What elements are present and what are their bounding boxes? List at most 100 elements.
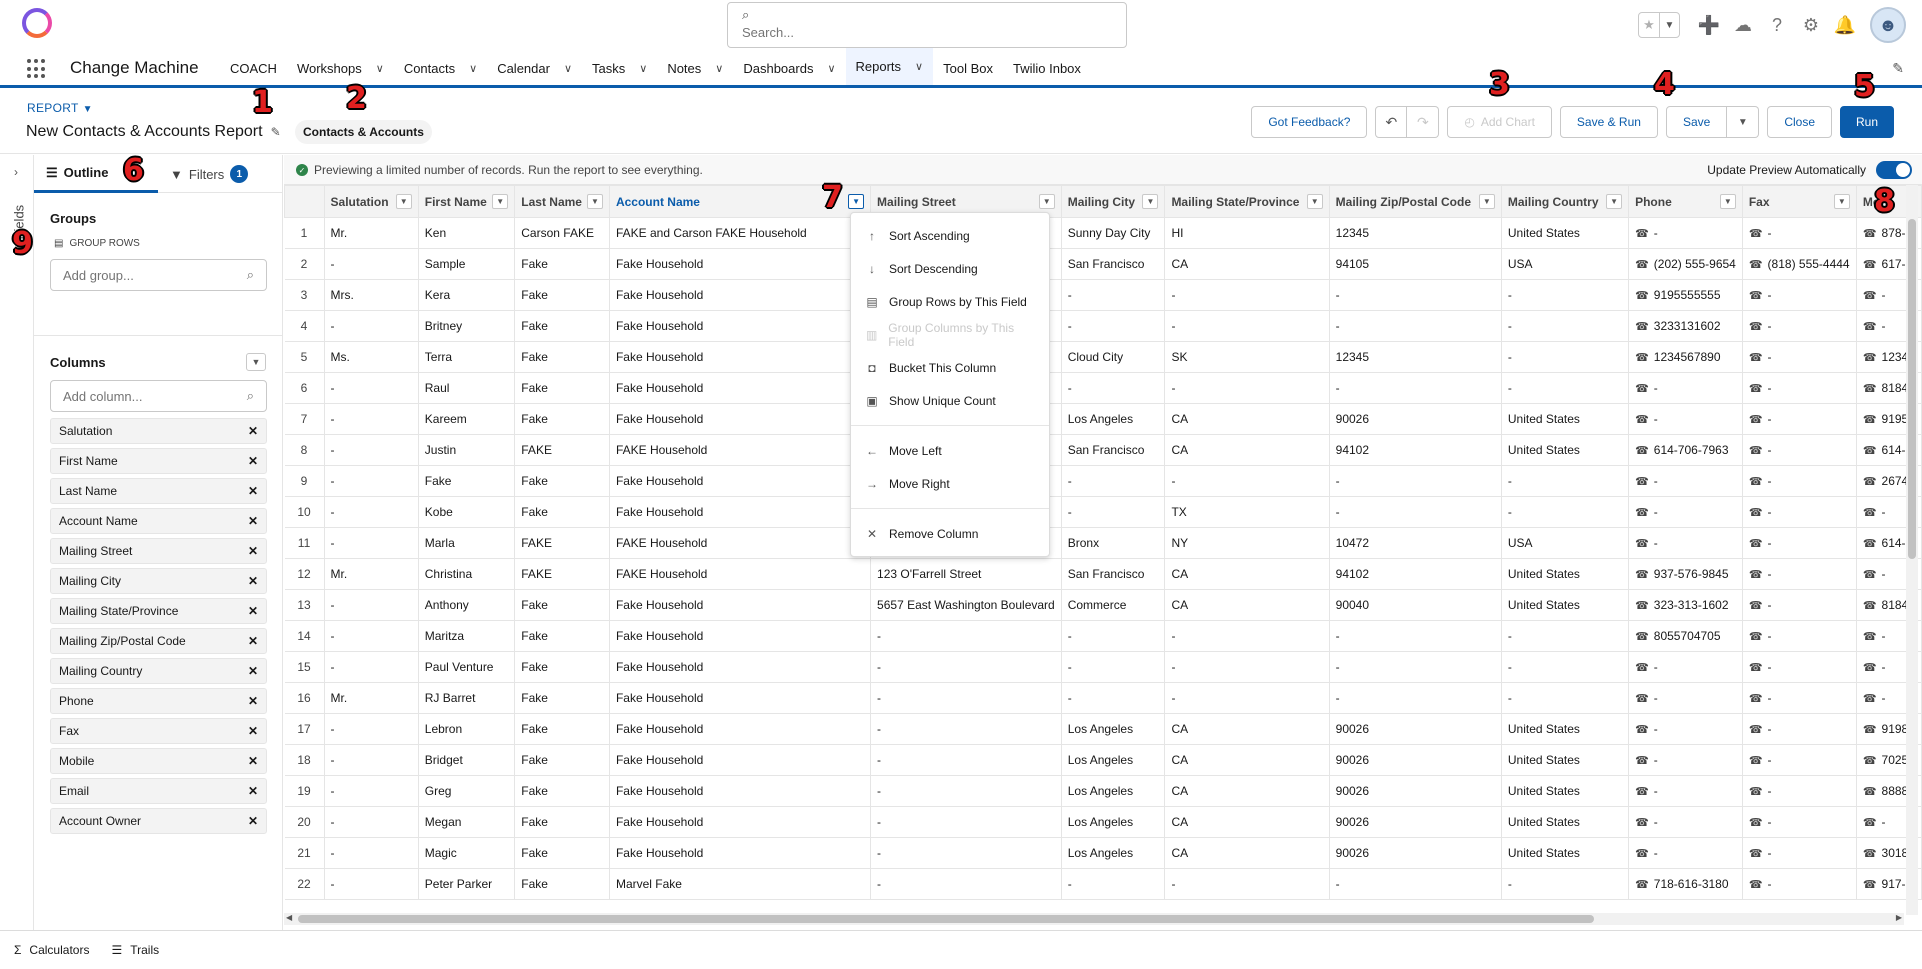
remove-column-icon[interactable]: ✕ xyxy=(248,454,258,468)
phone-icon[interactable]: ☎ xyxy=(1749,228,1763,240)
column-menu-icon[interactable]: ▼ xyxy=(1606,194,1623,209)
add-icon[interactable]: ➕ xyxy=(1694,10,1724,40)
column-menu-icon[interactable]: ▼ xyxy=(1478,194,1495,209)
column-header-mailing-country[interactable]: Mailing Country ▼ xyxy=(1500,185,1630,218)
remove-column-icon[interactable]: ✕ xyxy=(248,814,258,828)
phone-icon[interactable]: ☎ xyxy=(1863,879,1877,891)
remove-column-icon[interactable]: ✕ xyxy=(248,574,258,588)
phone-icon[interactable]: ☎ xyxy=(1635,755,1649,767)
phone-icon[interactable]: ☎ xyxy=(1635,228,1649,240)
chevron-down-icon[interactable]: ∨ xyxy=(915,60,923,73)
phone-icon[interactable]: ☎ xyxy=(1635,724,1649,736)
remove-column-icon[interactable]: ✕ xyxy=(248,754,258,768)
phone-icon[interactable]: ☎ xyxy=(1749,538,1763,550)
column-pill-mailing-city[interactable]: Mailing City ✕ xyxy=(50,568,267,594)
remove-column-icon[interactable]: ✕ xyxy=(248,694,258,708)
phone-icon[interactable]: ☎ xyxy=(1635,631,1649,643)
phone-icon[interactable]: ☎ xyxy=(1863,476,1877,488)
chevron-down-icon[interactable]: ∨ xyxy=(639,62,647,75)
org-logo[interactable] xyxy=(22,8,52,38)
menu-item-group-rows-by-this-field[interactable]: ▤ Group Rows by This Field xyxy=(851,285,1049,318)
column-header-phone[interactable]: Phone ▼ xyxy=(1628,185,1743,218)
phone-icon[interactable]: ☎ xyxy=(1635,662,1649,674)
save-run-button[interactable]: Save & Run xyxy=(1559,106,1658,138)
phone-icon[interactable]: ☎ xyxy=(1863,817,1877,829)
column-header-first-name[interactable]: First Name ▼ xyxy=(417,185,516,218)
phone-icon[interactable]: ☎ xyxy=(1749,600,1763,612)
nav-item-contacts[interactable]: Contacts ∨ xyxy=(394,48,487,88)
fields-rail[interactable]: › Fields xyxy=(0,155,34,930)
column-pill-mailing-street[interactable]: Mailing Street ✕ xyxy=(50,538,267,564)
chevron-down-icon[interactable]: ∨ xyxy=(376,62,384,75)
nav-item-twilio-inbox[interactable]: Twilio Inbox xyxy=(1003,48,1091,88)
phone-icon[interactable]: ☎ xyxy=(1863,445,1877,457)
bell-icon[interactable]: 🔔 xyxy=(1830,10,1860,40)
phone-icon[interactable]: ☎ xyxy=(1635,879,1649,891)
phone-icon[interactable]: ☎ xyxy=(1749,879,1763,891)
scroll-right-icon[interactable]: ▶ xyxy=(1896,913,1902,922)
phone-icon[interactable]: ☎ xyxy=(1749,259,1763,271)
phone-icon[interactable]: ☎ xyxy=(1863,600,1877,612)
menu-item-show-unique-count[interactable]: ▣ Show Unique Count xyxy=(851,384,1049,417)
menu-item-move-right[interactable]: → Move Right xyxy=(851,467,1049,500)
column-header-mailing-zip-postal-code[interactable]: Mailing Zip/Postal Code ▼ xyxy=(1328,185,1502,218)
phone-icon[interactable]: ☎ xyxy=(1863,321,1877,333)
chevron-down-icon[interactable]: ∨ xyxy=(564,62,572,75)
vertical-scrollbar[interactable] xyxy=(1906,185,1918,915)
report-label[interactable]: REPORT ▼ xyxy=(27,101,93,115)
phone-icon[interactable]: ☎ xyxy=(1863,507,1877,519)
phone-icon[interactable]: ☎ xyxy=(1635,600,1649,612)
nav-item-coach[interactable]: COACH xyxy=(220,48,287,88)
phone-icon[interactable]: ☎ xyxy=(1635,290,1649,302)
app-launcher-icon[interactable] xyxy=(27,59,47,79)
phone-icon[interactable]: ☎ xyxy=(1863,662,1877,674)
redo-icon[interactable]: ↷ xyxy=(1407,106,1440,138)
column-pill-fax[interactable]: Fax ✕ xyxy=(50,718,267,744)
star-icon[interactable]: ★ xyxy=(1639,13,1659,37)
column-menu-icon[interactable]: ▼ xyxy=(1719,194,1736,209)
column-pill-first-name[interactable]: First Name ✕ xyxy=(50,448,267,474)
add-column-input[interactable]: Add column... ⌕ xyxy=(50,380,267,412)
menu-item-bucket-this-column[interactable]: ◘ Bucket This Column xyxy=(851,351,1049,384)
add-group-input[interactable]: Add group... ⌕ xyxy=(50,259,267,291)
menu-item-remove-column[interactable]: ✕ Remove Column xyxy=(851,517,1049,550)
horizontal-scroll-thumb[interactable] xyxy=(298,915,1594,923)
column-header-salutation[interactable]: Salutation ▼ xyxy=(323,185,419,218)
search-input[interactable] xyxy=(742,25,1112,40)
phone-icon[interactable]: ☎ xyxy=(1635,507,1649,519)
column-menu-icon[interactable]: ▼ xyxy=(1142,194,1159,209)
column-header-mailing-state-province[interactable]: Mailing State/Province ▼ xyxy=(1164,185,1330,218)
phone-icon[interactable]: ☎ xyxy=(1863,352,1877,364)
setup-gear-icon[interactable]: ⚙ xyxy=(1796,10,1826,40)
horizontal-scrollbar[interactable]: ◀ ▶ xyxy=(284,913,1904,925)
nav-item-notes[interactable]: Notes ∨ xyxy=(657,48,733,88)
phone-icon[interactable]: ☎ xyxy=(1863,693,1877,705)
phone-icon[interactable]: ☎ xyxy=(1863,724,1877,736)
calculators-item[interactable]: Σ Calculators xyxy=(14,943,89,957)
column-pill-last-name[interactable]: Last Name ✕ xyxy=(50,478,267,504)
phone-icon[interactable]: ☎ xyxy=(1749,848,1763,860)
phone-icon[interactable]: ☎ xyxy=(1749,786,1763,798)
favorites-dropdown-icon[interactable]: ▼ xyxy=(1659,13,1679,37)
run-button[interactable]: Run xyxy=(1840,106,1894,138)
columns-menu-icon[interactable]: ▼ xyxy=(246,353,266,371)
phone-icon[interactable]: ☎ xyxy=(1635,445,1649,457)
phone-icon[interactable]: ☎ xyxy=(1863,569,1877,581)
tab-filters[interactable]: ▼ Filters 1 xyxy=(158,155,260,193)
phone-icon[interactable]: ☎ xyxy=(1863,383,1877,395)
phone-icon[interactable]: ☎ xyxy=(1749,724,1763,736)
phone-icon[interactable]: ☎ xyxy=(1635,569,1649,581)
trailhead-icon[interactable]: ☁ xyxy=(1728,10,1758,40)
phone-icon[interactable]: ☎ xyxy=(1749,817,1763,829)
phone-icon[interactable]: ☎ xyxy=(1863,755,1877,767)
close-button[interactable]: Close xyxy=(1767,106,1832,138)
menu-item-sort-ascending[interactable]: ↑ Sort Ascending xyxy=(851,219,1049,252)
phone-icon[interactable]: ☎ xyxy=(1749,352,1763,364)
add-chart-button[interactable]: ◴ Add Chart xyxy=(1447,106,1552,138)
phone-icon[interactable]: ☎ xyxy=(1863,538,1877,550)
column-pill-phone[interactable]: Phone ✕ xyxy=(50,688,267,714)
nav-item-calendar[interactable]: Calendar ∨ xyxy=(487,48,582,88)
phone-icon[interactable]: ☎ xyxy=(1635,383,1649,395)
favorites-group[interactable]: ★ ▼ xyxy=(1638,12,1680,38)
save-button[interactable]: Save xyxy=(1665,106,1728,138)
